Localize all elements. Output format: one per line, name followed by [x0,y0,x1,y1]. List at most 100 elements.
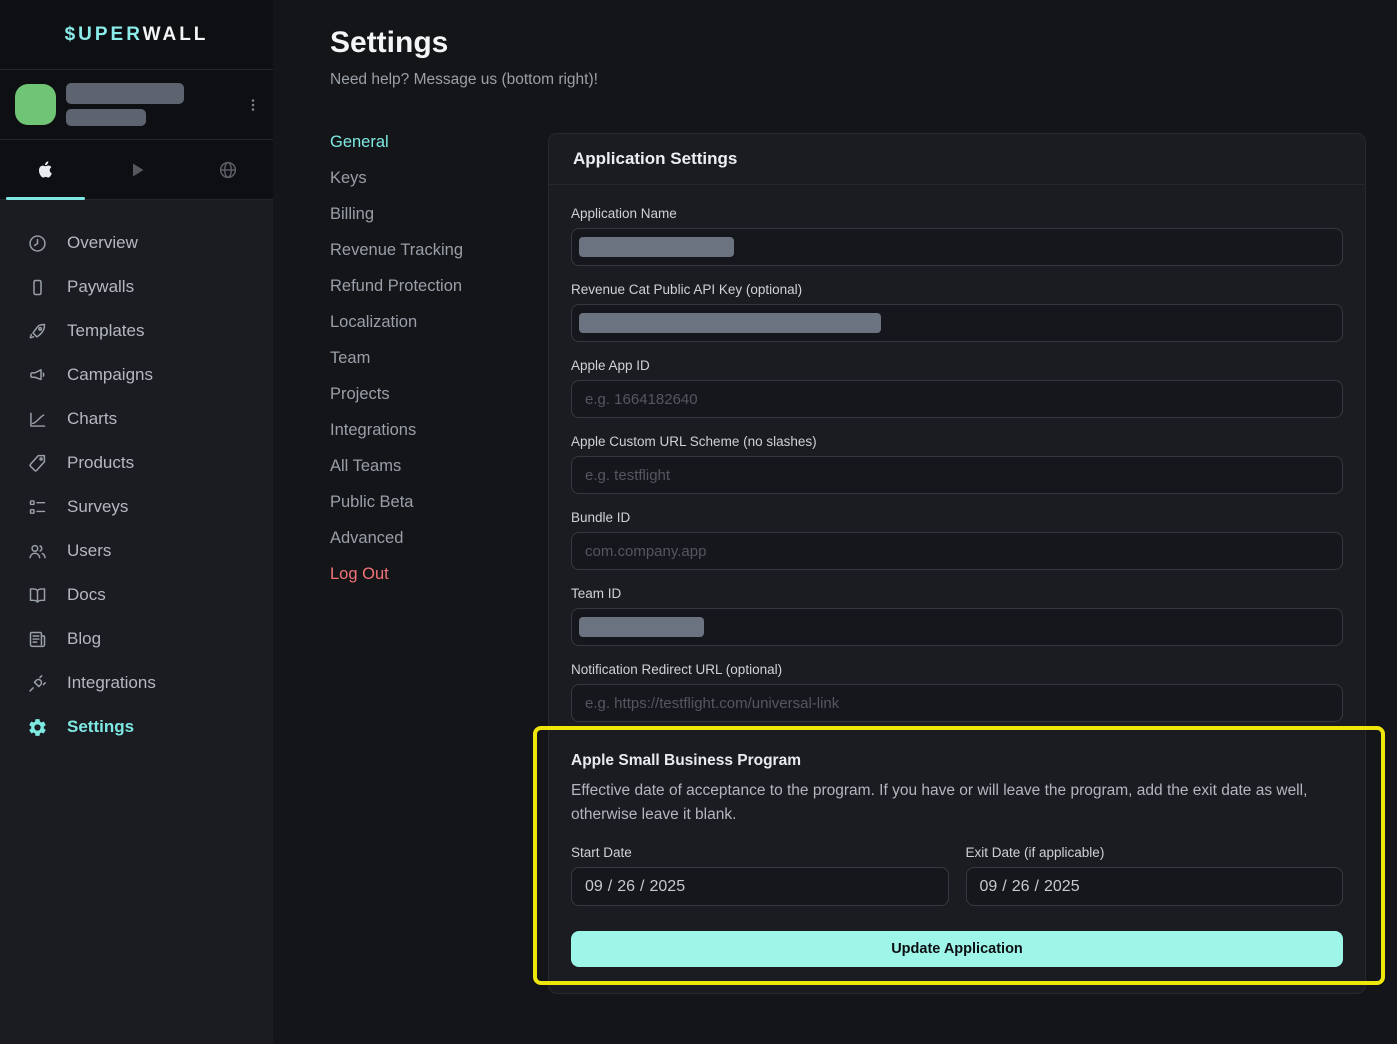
team-id-input[interactable] [571,608,1343,646]
subnav-item-localization[interactable]: Localization [330,313,548,349]
input-placeholder: e.g. 1664182640 [585,391,698,408]
revenuecat-api-key-input[interactable] [571,304,1343,342]
sidebar-item-label: Users [67,541,111,561]
sidebar-item-blog[interactable]: Blog [0,617,273,661]
sidebar-item-settings[interactable]: Settings [0,705,273,749]
platform-tabs [0,140,273,200]
field-label: Apple App ID [571,358,1343,373]
page-title: Settings [330,26,1397,60]
field-exit-date: Exit Date (if applicable) 09/26/2025 [966,845,1344,906]
redacted-bar [66,83,184,104]
sidebar-item-integrations[interactable]: Integrations [0,661,273,705]
start-date-value: 09/26/2025 [585,878,685,896]
play-icon [125,158,149,182]
tab-android[interactable] [91,140,182,199]
sidebar: $UPERWALL [0,0,273,1044]
sidebar-nav: Overview Paywalls Templates Campaigns Ch… [0,200,273,749]
globe-icon [217,159,239,181]
field-label: Application Name [571,206,1343,221]
field-label: Notification Redirect URL (optional) [571,662,1343,677]
notification-redirect-url-input[interactable]: e.g. https://testflight.com/universal-li… [571,684,1343,722]
sidebar-item-users[interactable]: Users [0,529,273,573]
apple-custom-url-scheme-input[interactable]: e.g. testflight [571,456,1343,494]
subnav-item-advanced[interactable]: Advanced [330,529,548,565]
sidebar-item-campaigns[interactable]: Campaigns [0,353,273,397]
field-label: Apple Custom URL Scheme (no slashes) [571,434,1343,449]
sidebar-item-label: Blog [67,629,101,649]
account-name-redacted [66,83,184,126]
tab-web[interactable] [182,140,273,199]
field-label: Team ID [571,586,1343,601]
exit-date-input[interactable]: 09/26/2025 [966,867,1344,906]
subnav-item-public-beta[interactable]: Public Beta [330,493,548,529]
page-subtitle: Need help? Message us (bottom right)! [330,71,1397,89]
card-title: Application Settings [549,134,1365,185]
sidebar-item-overview[interactable]: Overview [0,221,273,265]
tab-apple[interactable] [0,140,91,199]
superwall-logo[interactable]: $UPERWALL [65,24,209,46]
input-placeholder: com.company.app [585,543,706,560]
rocket-icon [27,321,48,342]
application-name-input[interactable] [571,228,1343,266]
application-settings-card: Application Settings Application Name Re… [548,133,1366,994]
newspaper-icon [27,629,48,650]
subnav-item-projects[interactable]: Projects [330,385,548,421]
users-icon [27,541,48,562]
apple-small-business-program-section: Apple Small Business Program Effective d… [571,752,1343,967]
sidebar-item-label: Templates [67,321,144,341]
logo-suffix: WALL [143,24,209,45]
tag-icon [27,453,48,474]
megaphone-icon [27,365,48,386]
plug-icon [27,673,48,694]
sidebar-item-label: Docs [67,585,106,605]
sidebar-item-paywalls[interactable]: Paywalls [0,265,273,309]
settings-subnav: General Keys Billing Revenue Tracking Re… [330,133,548,601]
field-label: Revenue Cat Public API Key (optional) [571,282,1343,297]
avatar[interactable] [15,84,56,125]
subnav-item-billing[interactable]: Billing [330,205,548,241]
field-revenuecat-api-key: Revenue Cat Public API Key (optional) [571,282,1343,342]
sidebar-item-label: Charts [67,409,117,429]
subnav-item-refund-protection[interactable]: Refund Protection [330,277,548,313]
redacted-bar [66,109,146,126]
update-application-button[interactable]: Update Application [571,931,1343,967]
sidebar-item-templates[interactable]: Templates [0,309,273,353]
redacted-value [579,237,734,257]
subnav-item-keys[interactable]: Keys [330,169,548,205]
bundle-id-input[interactable]: com.company.app [571,532,1343,570]
gear-icon [27,717,48,738]
sidebar-item-charts[interactable]: Charts [0,397,273,441]
subnav-item-team[interactable]: Team [330,349,548,385]
field-label: Exit Date (if applicable) [966,845,1344,860]
logo-row: $UPERWALL [0,0,273,70]
field-application-name: Application Name [571,206,1343,266]
apple-app-id-input[interactable]: e.g. 1664182640 [571,380,1343,418]
start-date-input[interactable]: 09/26/2025 [571,867,949,906]
input-placeholder: e.g. https://testflight.com/universal-li… [585,695,839,712]
sidebar-item-label: Campaigns [67,365,153,385]
subnav-item-log-out[interactable]: Log Out [330,565,548,601]
subnav-item-general[interactable]: General [330,133,548,169]
exit-date-value: 09/26/2025 [980,878,1080,896]
account-row[interactable] [0,70,273,140]
field-bundle-id: Bundle ID com.company.app [571,510,1343,570]
redacted-value [579,313,881,333]
field-apple-app-id: Apple App ID e.g. 1664182640 [571,358,1343,418]
logo-prefix: $UPER [65,24,143,45]
sidebar-item-products[interactable]: Products [0,441,273,485]
subnav-item-revenue-tracking[interactable]: Revenue Tracking [330,241,548,277]
sidebar-item-surveys[interactable]: Surveys [0,485,273,529]
book-icon [27,585,48,606]
field-label: Bundle ID [571,510,1343,525]
subnav-item-integrations[interactable]: Integrations [330,421,548,457]
subnav-item-all-teams[interactable]: All Teams [330,457,548,493]
sidebar-item-label: Integrations [67,673,156,693]
sidebar-item-docs[interactable]: Docs [0,573,273,617]
checklist-icon [27,497,48,518]
kebab-menu-icon[interactable] [244,96,262,114]
phone-icon [27,277,48,298]
section-description: Effective date of acceptance to the prog… [571,779,1343,827]
sidebar-item-label: Surveys [67,497,128,517]
sidebar-item-label: Products [67,453,134,473]
section-title: Apple Small Business Program [571,752,1343,770]
